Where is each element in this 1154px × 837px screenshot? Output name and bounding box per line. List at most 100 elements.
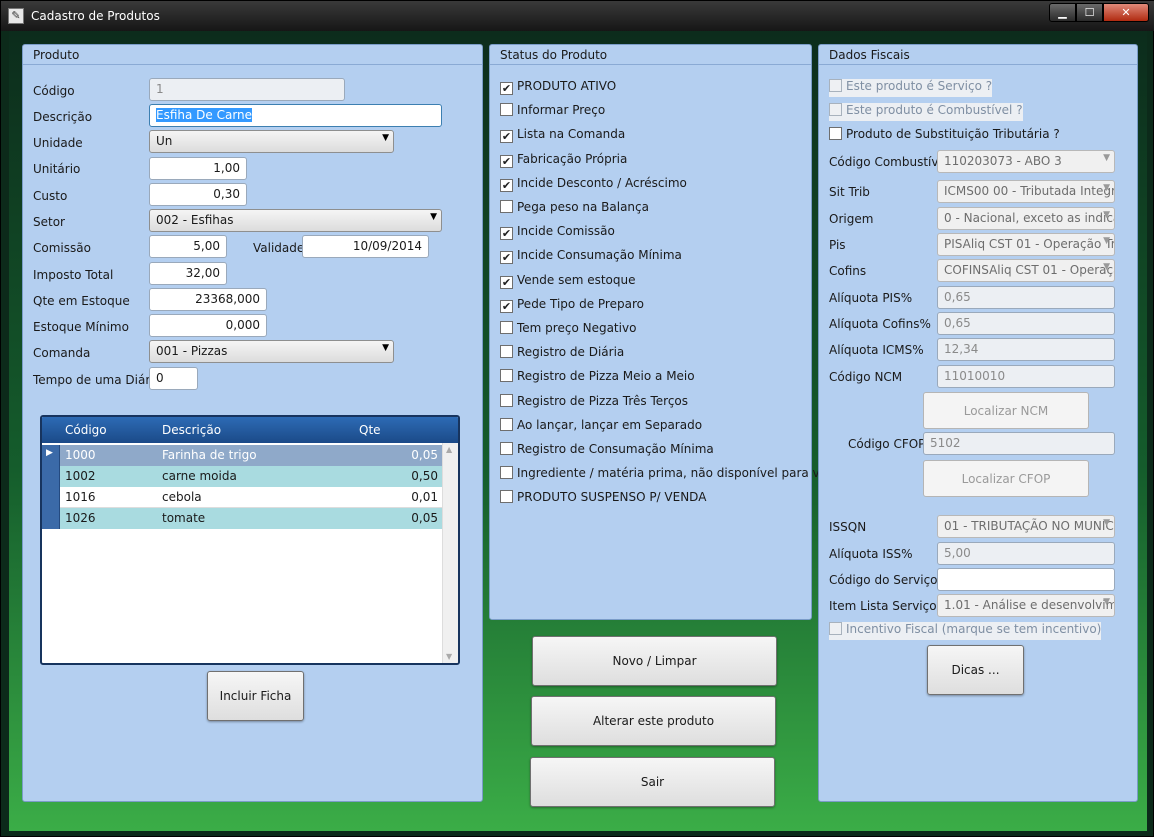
qte-estoque-field[interactable]: 23368,000 [149,288,267,311]
origem-select[interactable]: 0 - Nacional, exceto as indica ▼ [937,207,1115,230]
status-checkbox[interactable]: Registro de Pizza Meio a Meio [500,369,695,387]
unidade-select[interactable]: Un ▼ [149,130,394,153]
status-checkbox[interactable]: ✔ Fabricação Própria [500,152,627,170]
cod-servico-field[interactable] [937,568,1115,591]
comanda-value: 001 - Pizzas [156,344,228,358]
item-lista-select[interactable]: 1.01 - Análise e desenvolvime ▼ [937,594,1115,617]
codigo-label: Código [33,84,75,98]
ncm-field[interactable]: 11010010 [937,365,1115,388]
chevron-down-icon: ▼ [1103,597,1110,607]
incentivo-label: Incentivo Fiscal (marque se tem incentiv… [846,622,1102,636]
scroll-down-icon[interactable]: ▼ [446,652,452,661]
status-checkbox-label: Registro de Pizza Meio a Meio [517,369,695,384]
status-checkbox[interactable]: ✔ PRODUTO ATIVO [500,79,616,97]
main-window: ✎ Cadastro de Produtos ▁ ☐ ✕ Produto Cód… [0,0,1154,837]
issqn-value: 01 - TRIBUTAÇÃO NO MUNIC [944,519,1114,533]
incentivo-checkbox[interactable]: Incentivo Fiscal (marque se tem incentiv… [829,622,1102,640]
codigo-field[interactable]: 1 [149,78,345,101]
alterar-produto-button[interactable]: Alterar este produto [531,696,776,746]
status-checkbox[interactable]: Ingrediente / matéria prima, não disponí… [500,466,850,484]
table-row[interactable]: 1016 cebola 0,01 [42,487,442,508]
validade-label: Validade [253,241,305,255]
validade-field[interactable]: 10/09/2014 [302,235,429,258]
status-checkbox[interactable]: PRODUTO SUSPENSO P/ VENDA [500,490,706,508]
sit-trib-select[interactable]: ICMS00 00 - Tributada Integr ▼ [937,180,1115,203]
checkbox-box [500,466,513,480]
comissao-field[interactable]: 5,00 [149,235,227,258]
origem-label: Origem [829,212,874,226]
status-checkbox[interactable]: ✔ Incide Consumação Mínima [500,248,682,266]
current-row-indicator: ▶ [42,445,60,466]
servico-checkbox[interactable]: Este produto é Serviço ? [829,79,993,97]
minimize-button[interactable]: ▁ [1049,3,1076,22]
pis-label: Pis [829,238,846,252]
descricao-field[interactable]: Esfiha De Carne [149,104,442,127]
status-checkbox[interactable]: Registro de Pizza Três Terços [500,393,688,412]
status-checkbox-label: Pega peso na Balança [517,200,649,214]
status-checkbox[interactable]: ✔ Lista na Comanda [500,127,625,145]
status-checkbox[interactable]: ✔ Incide Desconto / Acréscimo [500,176,687,194]
combustivel-checkbox[interactable]: Este produto é Combustível ? [829,103,1023,121]
client-area: Produto Código 1 Descrição Esfiha De Car… [9,31,1147,831]
item-lista-label: Item Lista Serviço [829,599,937,613]
table-row[interactable]: ▶ 1000 Farinha de trigo 0,05 [42,445,442,466]
cell-descricao: Farinha de trigo [162,448,257,462]
pis-select[interactable]: PISAliq CST 01 - Operação Tri ▼ [937,233,1115,256]
cfop-field[interactable]: 5102 [923,432,1115,455]
status-panel: Status do Produto ✔ PRODUTO ATIVO Informar… [489,44,850,620]
table-row[interactable]: 1026 tomate 0,05 [42,508,442,529]
col-header-codigo[interactable]: Código [65,423,107,437]
aliq-cofins-field[interactable]: 0,65 [937,312,1115,335]
scroll-up-icon[interactable]: ▲ [446,445,452,454]
checkbox-box [829,127,842,140]
issqn-select[interactable]: 01 - TRIBUTAÇÃO NO MUNIC ▼ [937,515,1115,538]
comanda-select[interactable]: 001 - Pizzas ▼ [149,340,394,363]
status-checkbox[interactable]: Ao lançar, lançar em Separado [500,417,702,436]
checkmark-icon: ✔ [500,82,513,95]
aliq-icms-field[interactable]: 12,34 [937,338,1115,361]
status-checkbox[interactable]: Registro de Consumação Mínima [500,442,714,460]
status-checkbox-label: Tem preço Negativo [517,321,637,335]
substituicao-checkbox[interactable]: Produto de Substituição Tributária ? [829,127,1060,145]
status-checkbox-label: Incide Desconto / Acréscimo [517,175,687,190]
cofins-select[interactable]: COFINSAliq CST 01 - Operaçã ▼ [937,259,1115,282]
localizar-ncm-button[interactable]: Localizar NCM [923,392,1089,429]
status-checkbox[interactable]: ✔ Vende sem estoque [500,273,636,291]
localizar-cfop-button[interactable]: Localizar CFOP [923,460,1089,497]
custo-field[interactable]: 0,30 [149,183,247,206]
unidade-value: Un [156,134,173,148]
table-scrollbar[interactable]: ▲ ▼ [442,443,458,663]
imposto-total-field[interactable]: 32,00 [149,262,227,285]
cod-combustivel-select[interactable]: 110203073 - ABO 3 ▼ [937,150,1115,173]
aliq-pis-field[interactable]: 0,65 [937,286,1115,309]
chevron-down-icon: ▼ [1103,210,1110,220]
fiscal-panel: Dados Fiscais Este produto é Serviço ? E… [818,44,1138,802]
novo-limpar-button[interactable]: Novo / Limpar [532,636,777,686]
incluir-ficha-button[interactable]: Incluir Ficha [207,671,304,721]
tempo-diaria-field[interactable]: 0 [149,367,198,390]
col-header-qte[interactable]: Qte [359,423,381,437]
status-checkbox[interactable]: Pega peso na Balança [500,200,649,218]
col-header-descricao[interactable]: Descrição [162,423,221,437]
dicas-button[interactable]: Dicas ... [927,645,1024,695]
setor-select[interactable]: 002 - Esfihas ▼ [149,209,442,232]
status-checkbox[interactable]: ✔ Pede Tipo de Preparo [500,297,644,315]
maximize-button[interactable]: ☐ [1076,3,1103,22]
close-button[interactable]: ✕ [1103,3,1149,22]
qte-estoque-label: Qte em Estoque [33,294,130,308]
checkbox-box [500,103,513,117]
chevron-down-icon: ▼ [1103,236,1110,246]
status-checkbox[interactable]: Informar Preço [500,103,605,121]
estoque-minimo-field[interactable]: 0,000 [149,314,267,337]
status-checkbox[interactable]: Tem preço Negativo [500,321,636,339]
checkbox-box [500,345,513,359]
status-checkbox[interactable]: ✔ Incide Comissão [500,224,615,242]
sair-button[interactable]: Sair [530,757,775,807]
setor-label: Setor [33,215,65,229]
table-row[interactable]: 1002 carne moida 0,50 [42,466,442,487]
unitario-field[interactable]: 1,00 [149,157,247,180]
title-bar[interactable]: ✎ Cadastro de Produtos ▁ ☐ ✕ [1,1,1154,31]
aliq-iss-field[interactable]: 5,00 [937,542,1115,565]
status-checkbox[interactable]: Registro de Diária [500,345,624,363]
chevron-down-icon: ▼ [382,343,389,353]
